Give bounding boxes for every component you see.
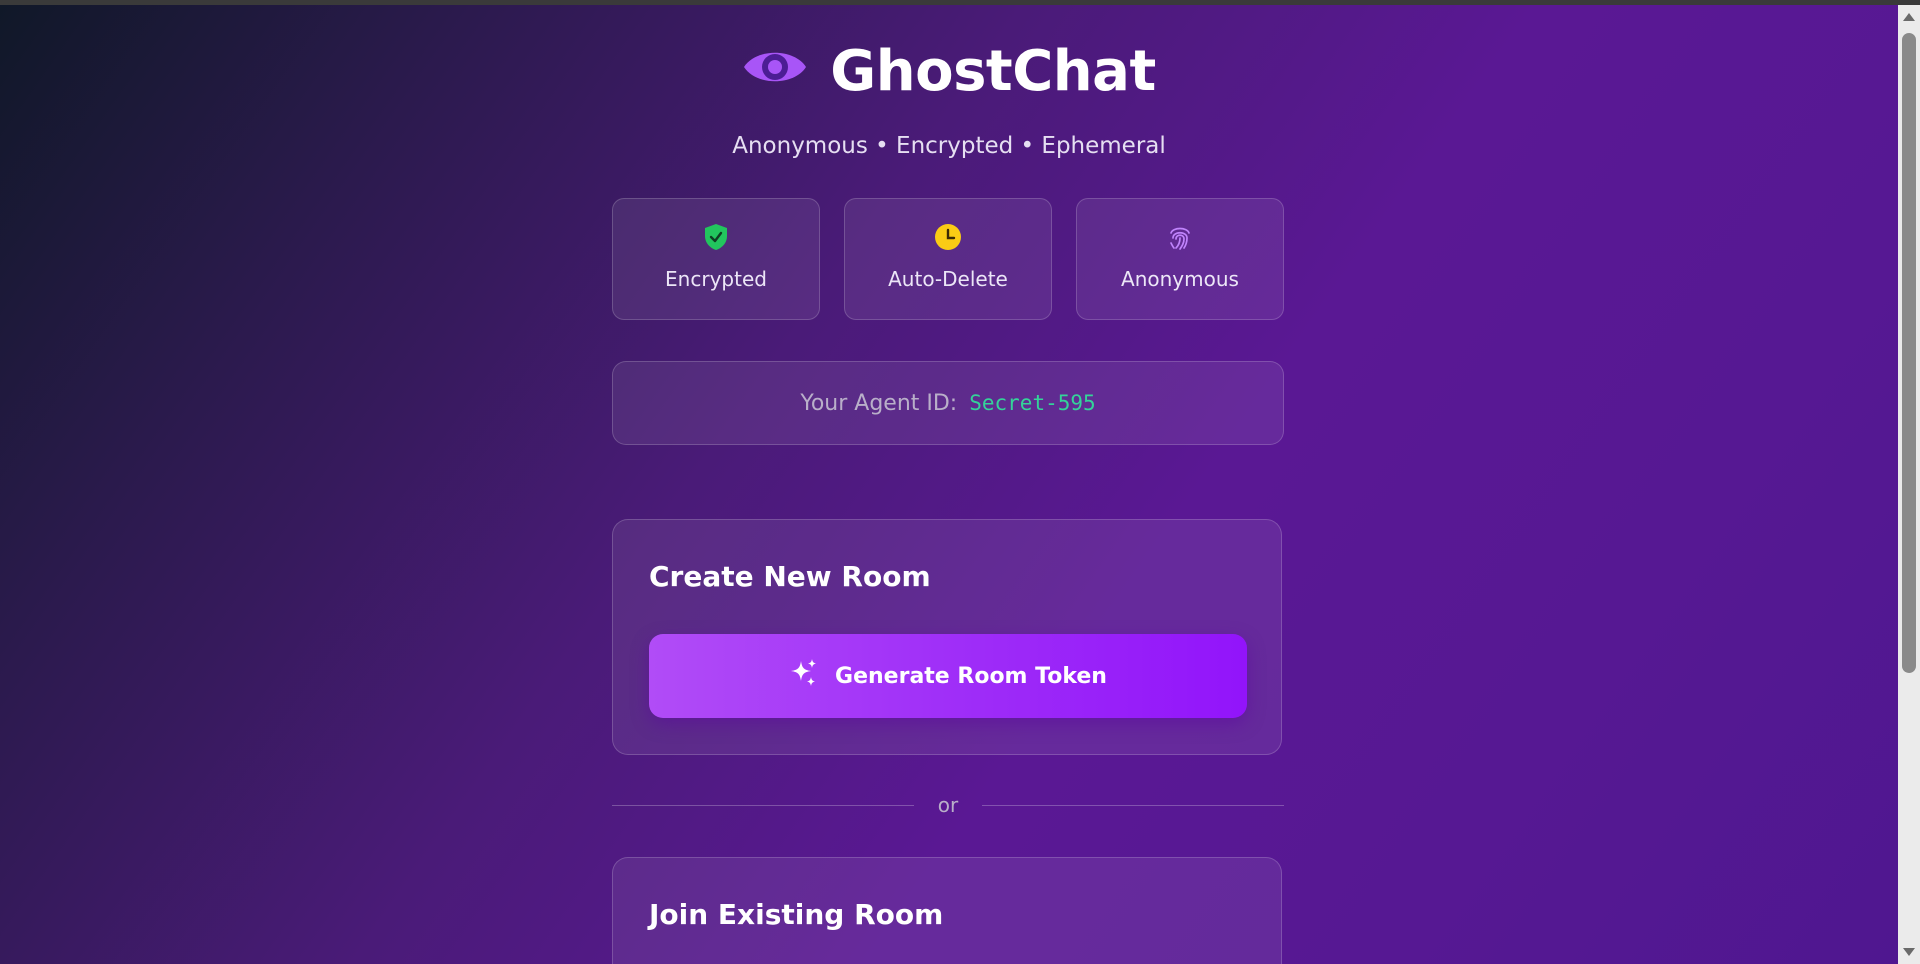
scrollbar-thumb[interactable] [1902, 33, 1916, 673]
sparkles-icon [789, 658, 819, 694]
scroll-up-arrow-icon[interactable] [1903, 13, 1915, 21]
feature-list: Encrypted Auto-Delete Anonymous [612, 198, 1284, 320]
clock-icon [934, 223, 962, 251]
create-room-card: Create New Room Generate Room Token [612, 519, 1282, 755]
feature-auto-delete: Auto-Delete [844, 198, 1052, 320]
feature-label: Anonymous [1121, 267, 1239, 291]
shield-check-icon [703, 223, 729, 251]
feature-label: Auto-Delete [888, 267, 1008, 291]
create-room-title: Create New Room [649, 560, 931, 593]
divider-text: or [937, 793, 959, 817]
or-divider: or [612, 791, 1284, 821]
brand: GhostChat [742, 39, 1156, 104]
divider-line-left [612, 805, 914, 806]
agent-id-label: Your Agent ID: [800, 390, 958, 416]
agent-id-value: Secret-595 [969, 391, 1096, 415]
feature-label: Encrypted [665, 267, 767, 291]
vertical-scrollbar[interactable] [1898, 5, 1920, 964]
feature-anonymous: Anonymous [1076, 198, 1284, 320]
eye-icon [742, 39, 808, 104]
generate-room-token-button[interactable]: Generate Room Token [649, 634, 1247, 718]
page-viewport: GhostChat Anonymous • Encrypted • Epheme… [0, 5, 1898, 964]
agent-id-panel: Your Agent ID: Secret-595 [612, 361, 1284, 445]
app-header: GhostChat [0, 39, 1898, 104]
join-room-title: Join Existing Room [649, 898, 944, 931]
divider-line-right [982, 805, 1284, 806]
join-room-card: Join Existing Room [612, 857, 1282, 964]
generate-room-token-label: Generate Room Token [835, 663, 1107, 689]
app-title: GhostChat [830, 39, 1156, 104]
feature-encrypted: Encrypted [612, 198, 820, 320]
scroll-down-arrow-icon[interactable] [1903, 948, 1915, 956]
fingerprint-icon [1167, 223, 1193, 251]
app-tagline: Anonymous • Encrypted • Ephemeral [732, 133, 1166, 159]
